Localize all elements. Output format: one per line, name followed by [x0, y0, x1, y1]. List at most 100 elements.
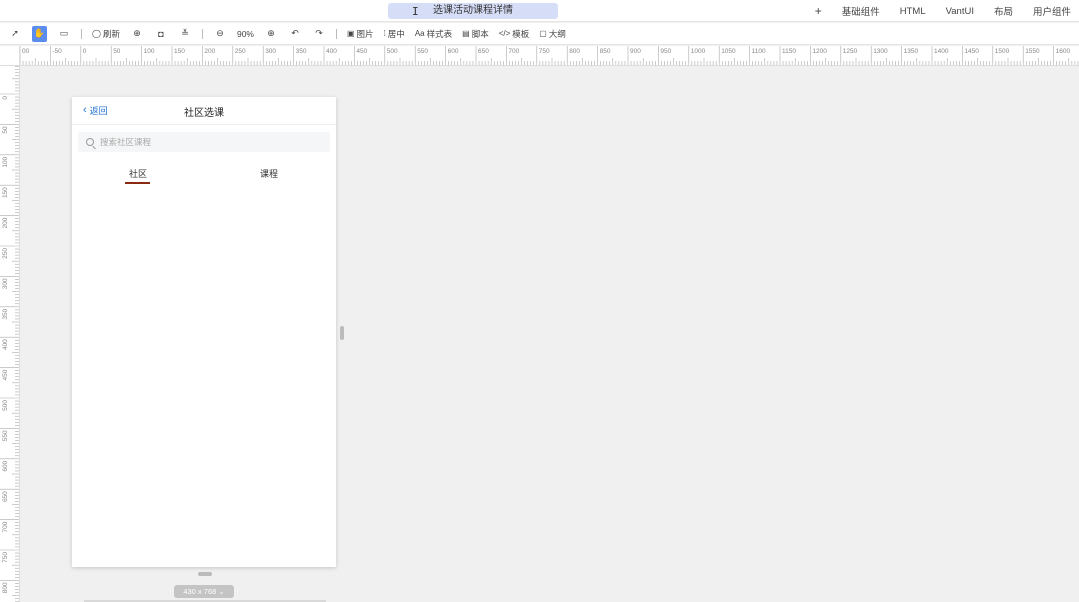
menu-vantui[interactable]: VantUI	[946, 6, 974, 17]
toolbar-divider	[81, 28, 82, 39]
refresh-button[interactable]: ◯ 刷新	[92, 26, 120, 42]
design-canvas[interactable]: ‹ 返回 社区选课 搜索社区课程 社区 课程 430 x 768 ⌄	[20, 66, 1079, 602]
outline-button[interactable]: ▢ 大纲	[539, 26, 566, 42]
resize-handle-bottom[interactable]	[198, 572, 212, 576]
ruler-label: 950	[660, 48, 671, 55]
select-pointer-icon[interactable]: ➚	[8, 26, 22, 42]
ruler-label: 1500	[995, 48, 1010, 55]
menu-user-components[interactable]: 用户组件	[1033, 4, 1071, 18]
ruler-label: 650	[2, 491, 9, 502]
menu-basic-components[interactable]: 基础组件	[842, 4, 880, 18]
ruler-label: 550	[417, 48, 428, 55]
window-title: 选课活动课程详情	[433, 5, 513, 16]
undo-icon[interactable]: ↶	[288, 26, 302, 42]
frame-icon[interactable]: ▭	[57, 26, 71, 42]
script-button[interactable]: ▤ 脚本	[462, 26, 489, 42]
zoom-in-icon[interactable]: ⊕	[264, 26, 278, 42]
ruler-label: 1150	[782, 48, 796, 55]
ruler-label: 00	[22, 48, 30, 55]
page-title-tab[interactable]: I 选课活动课程详情	[388, 3, 558, 19]
tab-bar: 社区 课程	[72, 159, 336, 185]
outline-icon: ▢	[539, 29, 547, 38]
resize-handle-right[interactable]	[340, 326, 344, 340]
ruler-label: 250	[235, 48, 246, 55]
ruler-label: 1350	[904, 48, 919, 55]
nav-title: 社区选课	[184, 108, 224, 119]
ruler-label: -50	[52, 48, 62, 55]
ruler-label: 700	[508, 48, 519, 55]
zoom-level[interactable]: 90%	[237, 26, 254, 42]
ruler-label: 50	[113, 48, 121, 55]
ruler-label: 0	[2, 96, 9, 100]
ruler-label: 100	[2, 156, 9, 167]
hand-tool-icon[interactable]: ✋	[32, 25, 47, 42]
search-bar: 搜索社区课程	[72, 125, 336, 158]
ruler-label: 400	[326, 48, 337, 55]
ruler-label: 300	[265, 48, 276, 55]
ruler-label: 750	[2, 552, 9, 563]
tab-courses[interactable]: 课程	[260, 167, 278, 180]
ruler-label: 750	[539, 48, 550, 55]
ruler-label: 1000	[691, 48, 706, 55]
ruler-label: 900	[630, 48, 641, 55]
ruler-label: 700	[2, 521, 9, 532]
search-placeholder: 搜索社区课程	[100, 137, 152, 147]
template-label: 模板	[512, 28, 530, 39]
script-icon: ▤	[462, 29, 470, 38]
ruler-label: 1200	[812, 48, 827, 55]
text-cursor-icon: I	[412, 5, 419, 18]
align-button[interactable]: ⁞ 居中	[384, 26, 405, 42]
vertical-ruler: 0 50 100 150 200 250 300 350 400 450 500 550 600 650 7…	[0, 66, 20, 602]
ruler-label: 150	[2, 187, 9, 198]
image-label: 图片	[356, 28, 374, 39]
search-input[interactable]: 搜索社区课程	[78, 132, 330, 152]
horizontal-ruler: 00 -50 0 50 100 150 200 250 300 350 400 450 500 550 60…	[20, 46, 1079, 66]
ruler-label: 1100	[752, 48, 766, 55]
toolbar-divider	[335, 28, 337, 39]
ruler-label: 250	[2, 248, 9, 259]
ruler-label: 300	[2, 278, 9, 289]
menu-html[interactable]: HTML	[900, 6, 926, 17]
ruler-label: 850	[600, 48, 611, 55]
tab-community[interactable]: 社区	[129, 167, 147, 180]
template-button[interactable]: </> 模板	[499, 26, 530, 42]
ruler-label: 500	[387, 48, 398, 55]
outline-label: 大纲	[548, 28, 566, 39]
collapse-icon[interactable]: ≚	[178, 26, 192, 42]
image-button[interactable]: ▣ 图片	[347, 26, 374, 42]
redo-icon[interactable]: ↷	[312, 26, 326, 42]
horizontal-ruler-ticks: 00 -50 0 50 100 150 200 250 300 350 400 450 500 550 60…	[20, 46, 1079, 65]
script-label: 脚本	[471, 28, 489, 39]
style-button[interactable]: Aa 样式表	[415, 26, 452, 42]
device-size-selector[interactable]: 430 x 768 ⌄	[174, 585, 234, 598]
ruler-label: 50	[2, 126, 9, 134]
menu-layout[interactable]: 布局	[994, 4, 1013, 18]
ruler-label: 1250	[843, 48, 858, 55]
ruler-label: 1400	[934, 48, 949, 55]
nav-bar: ‹ 返回 社区选课	[72, 97, 336, 125]
add-icon[interactable]: +	[815, 4, 822, 18]
align-label: 居中	[387, 28, 405, 39]
ruler-label: 600	[448, 48, 459, 55]
device-frame: ‹ 返回 社区选课 搜索社区课程 社区 课程	[72, 97, 336, 567]
ruler-label: 600	[2, 460, 9, 471]
font-icon: Aa	[414, 29, 425, 38]
target-icon[interactable]: ⊕	[130, 26, 144, 42]
ruler-label: 200	[2, 217, 9, 228]
ruler-label: 1050	[721, 48, 736, 55]
refresh-icon: ◯	[92, 29, 101, 38]
ruler-label: 500	[2, 400, 9, 411]
refresh-label: 刷新	[102, 28, 120, 39]
ruler-label: 650	[478, 48, 489, 55]
image-icon: ▣	[346, 29, 355, 38]
ruler-label: 400	[2, 339, 9, 350]
ruler-label: 1450	[964, 48, 979, 55]
ruler-label: 100	[144, 48, 155, 55]
ruler-label: 0	[83, 48, 87, 55]
ruler-label: 800	[569, 48, 580, 55]
ruler-label: 550	[2, 430, 9, 441]
vertical-ruler-ticks: 0 50 100 150 200 250 300 350 400 450 500 550 600 650 7…	[0, 66, 19, 602]
toolbar: ➚ ✋ ▭ ◯ 刷新 ⊕ ◘ ≚ ⊖ 90% ⊕ ↶ ↷ ▣ 图片 ⁞ 居中 Aa 样式…	[0, 23, 1079, 45]
zoom-out-icon[interactable]: ⊖	[213, 26, 227, 42]
camera-icon[interactable]: ◘	[154, 26, 168, 42]
